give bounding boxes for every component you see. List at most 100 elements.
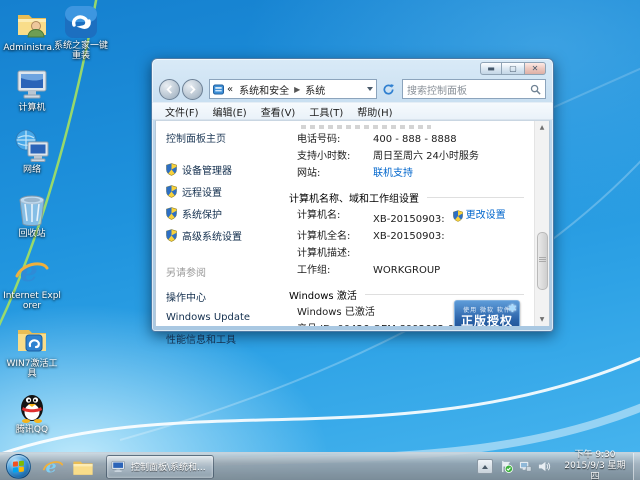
start-button[interactable]: [6, 454, 31, 479]
desktop-icon-one-key-reinstall[interactable]: 系统之家一键重装: [50, 4, 112, 61]
action-center-icon[interactable]: [499, 459, 514, 474]
row-label: 支持小时数:: [297, 151, 351, 162]
desktop-icon-label: 系统之家一键重装: [53, 41, 108, 61]
title-bar[interactable]: ▬ ▢ ✕: [152, 59, 553, 76]
system-content: 电话号码: 400 - 888 - 8888 支持小时数: 周日至周六 24小时…: [283, 121, 534, 326]
task-window-icon: [111, 460, 125, 472]
sidebar-item-action-center[interactable]: 操作中心: [166, 289, 250, 304]
sidebar-item-label: 远程设置: [182, 188, 222, 199]
search-placeholder: 搜索控制面板: [407, 85, 467, 97]
sidebar-item-windows-update[interactable]: Windows Update: [166, 312, 250, 323]
scroll-down-icon[interactable]: ▼: [540, 313, 545, 326]
window-body: 控制面板主页 设备管理器 远程设置 系统保护 高级系统设置 另请参阅 操作中心 …: [155, 120, 550, 346]
sidebar-item-system-protection[interactable]: 系统保护: [166, 206, 283, 221]
section-computer-name: 计算机名称、域和工作组设置: [289, 190, 530, 205]
online-support-link[interactable]: 联机支持: [373, 168, 413, 179]
desktop-icon-recycle-bin[interactable]: 回收站: [3, 192, 61, 239]
scrollbar-thumb[interactable]: [536, 231, 548, 290]
forward-button[interactable]: [182, 78, 203, 100]
network-tray-icon[interactable]: [518, 459, 533, 474]
qq-penguin-icon: [14, 388, 50, 424]
sidebar-item-label: 高级系统设置: [182, 232, 242, 243]
maximize-button[interactable]: ▢: [502, 62, 524, 75]
row-value: XB-20150903: 更改设置: [373, 210, 506, 225]
desktop-icon-internet-explorer[interactable]: e Internet Explorer: [3, 254, 61, 311]
navigation-bar: « 系统和安全 ▶ 系统 搜索控制面板: [152, 76, 553, 102]
desktop-icon-qq[interactable]: 腾讯QQ: [3, 388, 61, 435]
desktop-icon-computer[interactable]: 计算机: [3, 66, 61, 113]
sidebar-item-advanced-settings[interactable]: 高级系统设置: [166, 228, 283, 243]
info-row-full-name: 计算机全名: XB-20150903:: [297, 231, 530, 243]
row-value: [373, 248, 530, 260]
task-button-label: 控制面板\系统和...: [131, 463, 206, 473]
show-hidden-icons-button[interactable]: [477, 459, 493, 474]
taskbar-clock[interactable]: 下午 9:30 2015/9/3 星期四: [560, 450, 630, 480]
volume-icon[interactable]: [537, 459, 552, 474]
menu-file[interactable]: 文件(F): [158, 104, 206, 119]
sidebar-item-device-manager[interactable]: 设备管理器: [166, 162, 283, 177]
taskbar-ie-icon[interactable]: e: [38, 455, 68, 479]
menu-help[interactable]: 帮助(H): [350, 104, 399, 119]
row-value: 周日至周六 24小时服务: [373, 151, 479, 162]
uac-shield-icon: [166, 163, 177, 176]
control-panel-icon: [213, 83, 224, 95]
menu-tools[interactable]: 工具(T): [302, 104, 350, 119]
activation-status: Windows 已激活: [297, 307, 375, 318]
taskbar: e 控制面板\系统和... 下午 9:30 2015/9/3 星期四: [0, 450, 640, 480]
sidebar-item-control-panel-home[interactable]: 控制面板主页: [166, 130, 283, 145]
row-label: 电话号码:: [297, 134, 341, 145]
product-id: 产品 ID: 00426-OEM-8992662-00006: [297, 324, 479, 326]
taskbar-explorer-icon[interactable]: [68, 455, 98, 479]
badge-main-text: 正版授权: [460, 314, 513, 326]
info-row-phone: 电话号码: 400 - 888 - 8888: [297, 134, 530, 146]
recycle-bin-icon: [14, 192, 50, 228]
vertical-scrollbar[interactable]: ▲ ▼: [534, 121, 549, 326]
taskbar-task-control-panel[interactable]: 控制面板\系统和...: [106, 454, 214, 479]
breadcrumb-chevrons[interactable]: «: [227, 84, 233, 95]
svg-text:e: e: [46, 457, 57, 477]
system-window: ▬ ▢ ✕ « 系统和安全 ▶ 系统 搜索控制面板 文件(F) 编辑(E) 查看…: [151, 58, 554, 346]
address-bar[interactable]: « 系统和安全 ▶ 系统: [209, 79, 377, 99]
clipped-scrolled-row: [301, 125, 431, 129]
close-button[interactable]: ✕: [524, 62, 546, 75]
desktop-icon-label: Internet Explorer: [3, 291, 61, 311]
sidebar-item-performance-tools[interactable]: 性能信息和工具: [166, 331, 250, 346]
refresh-button[interactable]: [379, 79, 397, 99]
menu-edit[interactable]: 编辑(E): [206, 104, 254, 119]
desktop-icon-label: WIN7激活工具: [6, 359, 58, 379]
info-row-workgroup: 工作组: WORKGROUP: [297, 265, 530, 277]
search-input[interactable]: 搜索控制面板: [402, 79, 546, 99]
info-row-support-hours: 支持小时数: 周日至周六 24小时服务: [297, 151, 530, 163]
tool-folder-icon: [14, 322, 50, 358]
desktop-icon-label: 腾讯QQ: [15, 425, 49, 435]
row-label: 计算机全名:: [297, 231, 351, 242]
desktop-icon-win7-activator[interactable]: WIN7激活工具: [3, 322, 61, 379]
genuine-windows-badge[interactable]: 使用 微软 软件 正版授权 安全 稳定 声誉 ✱: [454, 300, 520, 326]
uac-shield-icon: [166, 207, 177, 220]
minimize-button[interactable]: ▬: [480, 62, 502, 75]
info-row-website: 网站: 联机支持: [297, 168, 530, 180]
scroll-up-icon[interactable]: ▲: [540, 121, 545, 134]
computer-icon: [14, 66, 50, 102]
breadcrumb-separator-icon: ▶: [294, 84, 301, 94]
sidebar-item-remote-settings[interactable]: 远程设置: [166, 184, 283, 199]
sidebar-item-label: 系统保护: [182, 210, 222, 221]
menu-bar: 文件(F) 编辑(E) 查看(V) 工具(T) 帮助(H): [152, 102, 553, 120]
genuine-star-icon: ✱: [507, 302, 517, 315]
info-row-description: 计算机描述:: [297, 248, 530, 260]
info-row-computer-name: 计算机名: XB-20150903: 更改设置: [297, 210, 530, 226]
desktop-icon-label: 网络: [22, 165, 41, 175]
change-settings-link[interactable]: 更改设置: [466, 210, 506, 222]
address-dropdown-icon[interactable]: [367, 87, 373, 91]
desktop-icon-label: 回收站: [18, 229, 46, 239]
sidebar-item-label: 设备管理器: [182, 166, 232, 177]
back-button[interactable]: [159, 78, 180, 100]
search-icon: [530, 84, 541, 95]
breadcrumb-system[interactable]: 系统: [305, 82, 325, 97]
menu-view[interactable]: 查看(V): [254, 104, 303, 119]
breadcrumb-security[interactable]: 系统和安全: [239, 82, 289, 97]
show-desktop-button[interactable]: [633, 452, 640, 480]
clock-date: 2015/9/3 星期四: [564, 461, 626, 480]
ie-icon: e: [14, 254, 50, 290]
desktop-icon-network[interactable]: 网络: [3, 128, 61, 175]
